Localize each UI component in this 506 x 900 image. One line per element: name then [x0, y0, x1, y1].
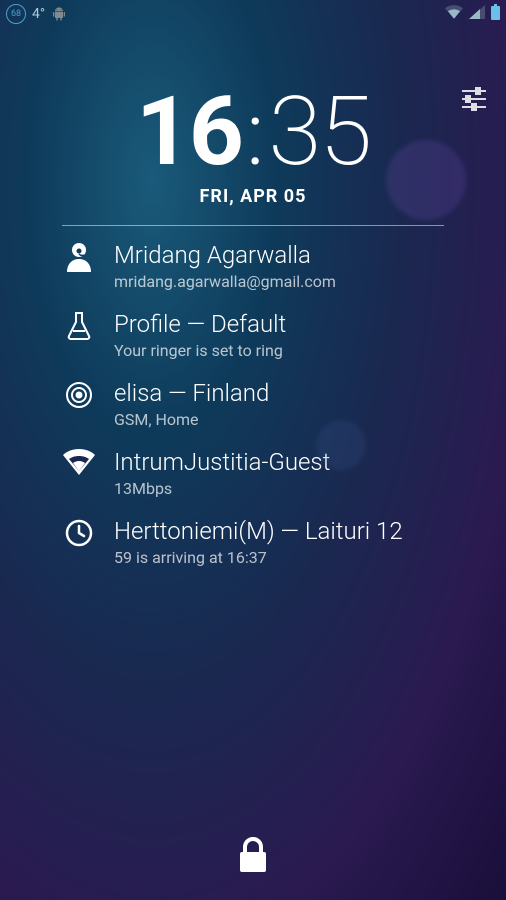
cell-tower-icon — [62, 380, 96, 410]
carrier-item[interactable]: elisa — Finland GSM, Home — [62, 378, 444, 429]
wifi-item[interactable]: IntrumJustitia-Guest 13Mbps — [62, 447, 444, 498]
transit-sub: 59 is arriving at 16:37 — [114, 548, 444, 567]
person-icon — [62, 242, 96, 272]
clock-icon — [62, 518, 96, 548]
transit-item[interactable]: Herttoniemi(M) — Laituri 12 59 is arrivi… — [62, 516, 444, 567]
clock-widget[interactable]: 16 : 35 FRI, APR 05 — [62, 84, 444, 207]
clock-colon: : — [246, 91, 264, 179]
profile-item[interactable]: Profile — Default Your ringer is set to … — [62, 309, 444, 360]
carrier-sub: GSM, Home — [114, 410, 444, 429]
wifi-icon — [445, 5, 463, 23]
info-list: Mridang Agarwalla mridang.agarwalla@gmai… — [62, 240, 444, 567]
unlock-area[interactable] — [0, 810, 506, 900]
battery-icon — [491, 4, 500, 24]
flask-icon — [62, 311, 96, 341]
temperature: 4° — [32, 6, 45, 22]
battery-percent-badge: 68 — [6, 4, 26, 24]
profile-title: Profile — Default — [114, 309, 444, 339]
status-bar: 68 4° — [0, 0, 506, 28]
clock-date: FRI, APR 05 — [62, 186, 444, 207]
wifi-icon — [62, 449, 96, 475]
carrier-title: elisa — Finland — [114, 378, 444, 408]
divider — [62, 225, 444, 226]
wifi-speed: 13Mbps — [114, 479, 444, 498]
user-item[interactable]: Mridang Agarwalla mridang.agarwalla@gmai… — [62, 240, 444, 291]
lock-icon[interactable] — [229, 831, 277, 879]
signal-icon — [469, 5, 485, 23]
clock-hours: 16 — [136, 84, 242, 180]
profile-sub: Your ringer is set to ring — [114, 341, 444, 360]
settings-sliders-icon[interactable] — [460, 86, 488, 116]
user-email: mridang.agarwalla@gmail.com — [114, 272, 444, 291]
android-icon — [51, 6, 67, 22]
user-name: Mridang Agarwalla — [114, 240, 444, 270]
transit-title: Herttoniemi(M) — Laituri 12 — [114, 516, 444, 546]
wifi-ssid: IntrumJustitia-Guest — [114, 447, 444, 477]
clock-minutes: 35 — [268, 84, 370, 180]
